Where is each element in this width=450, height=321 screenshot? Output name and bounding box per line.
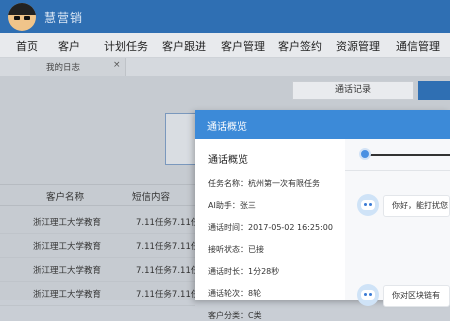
cell-customer: 浙江理工大学教育 xyxy=(33,266,102,276)
nav-item-communication[interactable]: 通信管理 xyxy=(396,38,440,54)
nav-item-resources[interactable]: 资源管理 xyxy=(336,38,380,54)
cell-customer: 浙江理工大学教育 xyxy=(33,242,102,252)
column-header-customer: 客户名称 xyxy=(46,192,85,203)
tab-blue-button[interactable] xyxy=(418,81,450,100)
brand-name: 慧营销 xyxy=(44,11,84,25)
cell-sms: 7.11任务7.11任 xyxy=(136,242,200,252)
section-title: 通话概览 xyxy=(208,155,248,166)
close-icon[interactable]: × xyxy=(113,60,121,70)
column-header-sms: 短信内容 xyxy=(132,192,171,203)
nav-item-customer-mgmt[interactable]: 客户管理 xyxy=(221,38,265,54)
modal-header: 通话概览 xyxy=(195,110,450,139)
call-details-pane: 通话概览 任务名称：杭州第一次有限任务 AI助手：张三 通话时间：2017-05… xyxy=(195,139,346,320)
table-header: 客户名称 短信内容 xyxy=(0,184,195,206)
tab-bar: 我的日志 × xyxy=(0,58,450,76)
chat-message: 你对区块链有 xyxy=(383,285,450,307)
table-row[interactable]: 浙江理工大学教育 7.11任务7.11任 xyxy=(0,211,199,234)
call-records-button[interactable]: 通话记录 xyxy=(292,81,414,100)
nav-item-home[interactable]: 首页 xyxy=(16,38,38,54)
audio-progress-handle[interactable] xyxy=(359,148,371,160)
table-row[interactable]: 浙江理工大学教育 7.11任务7.11任 xyxy=(0,283,199,306)
audio-progress-track[interactable] xyxy=(370,154,450,156)
content-box xyxy=(165,113,197,165)
nav-item-followup[interactable]: 客户跟进 xyxy=(162,38,206,54)
chat-message: 你好，能打扰您 xyxy=(383,195,450,217)
modal-title: 通话概览 xyxy=(207,122,247,133)
app-header: 慧营销 xyxy=(0,0,450,33)
robot-icon xyxy=(357,194,379,216)
field-ai-assistant: AI助手：张三 xyxy=(208,201,256,210)
cell-sms: 7.11任务7.11任 xyxy=(136,290,200,300)
cell-customer: 浙江理工大学教育 xyxy=(33,290,102,300)
field-answer-status: 接听状态：已接 xyxy=(208,245,264,254)
nav-item-customers[interactable]: 客户 xyxy=(58,38,80,54)
robot-icon xyxy=(357,284,379,306)
cell-sms: 7.11任务7.11任 xyxy=(136,266,200,276)
logo-avatar-icon xyxy=(8,3,36,31)
field-customer-class: 客户分类：C类 xyxy=(208,311,262,320)
nav-item-signing[interactable]: 客户签约 xyxy=(278,38,322,54)
tab-my-log[interactable]: 我的日志 × xyxy=(30,58,126,76)
divider xyxy=(345,170,450,171)
field-duration: 通话时长：1分28秒 xyxy=(208,267,280,276)
cell-customer: 浙江理工大学教育 xyxy=(33,218,102,228)
call-overview-modal: 通话概览 通话概览 任务名称：杭州第一次有限任务 AI助手：张三 通话时间：20… xyxy=(195,110,450,320)
tab-label: 我的日志 xyxy=(46,63,81,73)
field-rounds: 通话轮次：8轮 xyxy=(208,289,262,298)
field-call-time: 通话时间：2017-05-02 16:25:00 xyxy=(208,223,333,232)
field-task-name: 任务名称：杭州第一次有限任务 xyxy=(208,179,320,188)
nav-item-plans[interactable]: 计划任务 xyxy=(104,38,148,54)
cell-sms: 7.11任务7.11任 xyxy=(136,218,200,228)
main-nav: 首页 客户 计划任务 客户跟进 客户管理 客户签约 资源管理 通信管理 xyxy=(0,33,450,58)
conversation-pane: 你好，能打扰您 你对区块链有 xyxy=(345,139,450,307)
table-row[interactable]: 浙江理工大学教育 7.11任务7.11任 xyxy=(0,235,199,258)
table-row[interactable]: 浙江理工大学教育 7.11任务7.11任 xyxy=(0,259,199,282)
